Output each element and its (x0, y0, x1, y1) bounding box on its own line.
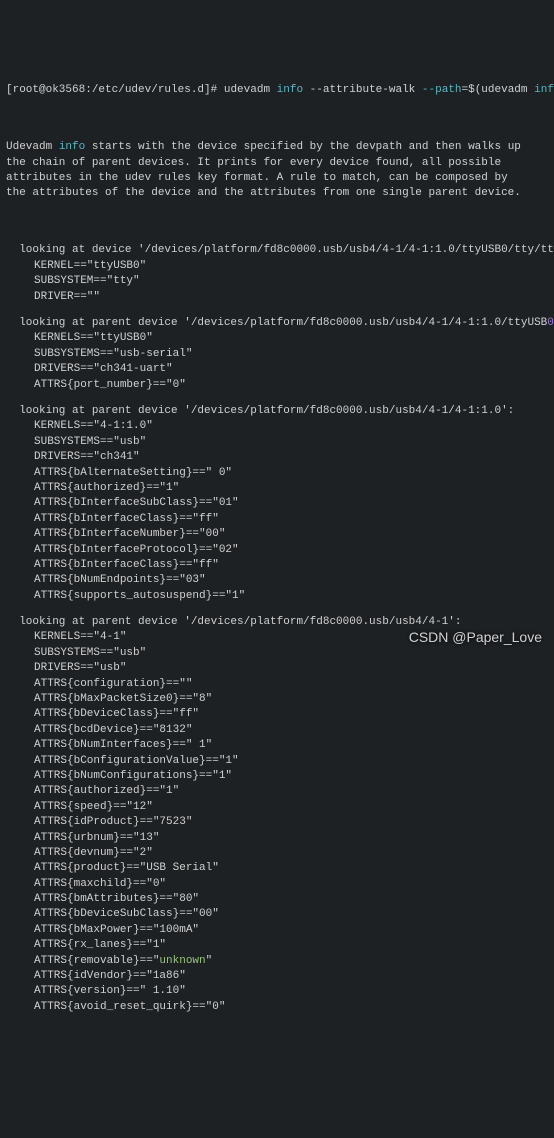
attribute-line: ATTRS{bInterfaceProtocol}=="02" (6, 543, 548, 558)
attribute-line: ATTRS{bNumInterfaces}==" 1" (6, 738, 548, 753)
blank-line (6, 305, 548, 316)
shell-prompt: [root@ok3568:/etc/udev/rules.d]# (6, 84, 224, 96)
cmd-path: --path (422, 84, 462, 96)
attribute-line: ATTRS{bInterfaceClass}=="ff" (6, 512, 548, 527)
attribute-line: ATTRS{urbnum}=="13" (6, 831, 548, 846)
blank-line (6, 217, 548, 228)
attribute-line: ATTRS{supports_autosuspend}=="1" (6, 589, 548, 604)
blank-line (6, 393, 548, 404)
attribute-line: ATTRS{idProduct}=="7523" (6, 815, 548, 830)
attribute-line: ATTRS{bmAttributes}=="80" (6, 892, 548, 907)
attribute-line: KERNEL=="ttyUSB0" (6, 259, 548, 274)
attribute-line: DRIVERS=="ch341" (6, 450, 548, 465)
attribute-line: ATTRS{bNumEndpoints}=="03" (6, 573, 548, 588)
cmd-info2: info (534, 84, 554, 96)
attribute-line: ATTRS{bInterfaceNumber}=="00" (6, 527, 548, 542)
attribute-line: SUBSYSTEM=="tty" (6, 274, 548, 289)
section-header: looking at parent device '/devices/platf… (6, 404, 548, 419)
attribute-line: DRIVER=="" (6, 290, 548, 305)
cmd-prog: udevadm (224, 84, 277, 96)
attribute-line: ATTRS{bMaxPower}=="100mA" (6, 923, 548, 938)
attribute-line: ATTRS{bNumConfigurations}=="1" (6, 769, 548, 784)
attribute-line: ATTRS{authorized}=="1" (6, 481, 548, 496)
blank-line (6, 604, 548, 615)
attribute-line: ATTRS{bDeviceClass}=="ff" (6, 707, 548, 722)
intro-paragraph: Udevadm info starts with the device spec… (6, 140, 526, 202)
attribute-line: ATTRS{authorized}=="1" (6, 784, 548, 799)
attribute-line: SUBSYSTEMS=="usb" (6, 435, 548, 450)
attribute-line: ATTRS{configuration}=="" (6, 677, 548, 692)
attribute-line: ATTRS{idVendor}=="1a86" (6, 969, 548, 984)
terminal-output: [root@ok3568:/etc/udev/rules.d]# udevadm… (6, 68, 548, 1031)
attribute-line: ATTRS{product}=="USB Serial" (6, 861, 548, 876)
attribute-line: ATTRS{bDeviceSubClass}=="00" (6, 907, 548, 922)
attribute-line: ATTRS{bcdDevice}=="8132" (6, 723, 548, 738)
attribute-line: ATTRS{removable}=="unknown" (6, 954, 548, 969)
attribute-line: ATTRS{bConfigurationValue}=="1" (6, 754, 548, 769)
cmd-attr: --attribute-walk (303, 84, 422, 96)
attribute-line: ATTRS{bInterfaceClass}=="ff" (6, 558, 548, 573)
cmd-info: info (277, 84, 303, 96)
attribute-line: ATTRS{rx_lanes}=="1" (6, 938, 548, 953)
attribute-line: ATTRS{port_number}=="0" (6, 378, 548, 393)
attribute-line: KERNELS=="ttyUSB0" (6, 331, 548, 346)
attribute-line: ATTRS{maxchild}=="0" (6, 877, 548, 892)
attribute-line: ATTRS{avoid_reset_quirk}=="0" (6, 1000, 548, 1015)
watermark: CSDN @Paper_Love (409, 628, 542, 648)
blank-line (6, 114, 548, 125)
attribute-line: ATTRS{version}==" 1.10" (6, 984, 548, 999)
attribute-line: ATTRS{bAlternateSetting}==" 0" (6, 466, 548, 481)
attribute-line: ATTRS{devnum}=="2" (6, 846, 548, 861)
attribute-line: SUBSYSTEMS=="usb-serial" (6, 347, 548, 362)
attribute-line: ATTRS{bInterfaceSubClass}=="01" (6, 496, 548, 511)
attribute-line: KERNELS=="4-1:1.0" (6, 419, 548, 434)
attribute-line: DRIVERS=="usb" (6, 661, 548, 676)
section-header: looking at device '/devices/platform/fd8… (6, 243, 548, 258)
command-line: [root@ok3568:/etc/udev/rules.d]# udevadm… (6, 83, 548, 98)
attribute-line: SUBSYSTEMS=="usb" (6, 646, 548, 661)
section-header: looking at parent device '/devices/platf… (6, 316, 548, 331)
cmd-eq: =$(udevadm (462, 84, 535, 96)
attribute-line: ATTRS{bMaxPacketSize0}=="8" (6, 692, 548, 707)
attribute-line: DRIVERS=="ch341-uart" (6, 362, 548, 377)
attribute-line: ATTRS{speed}=="12" (6, 800, 548, 815)
